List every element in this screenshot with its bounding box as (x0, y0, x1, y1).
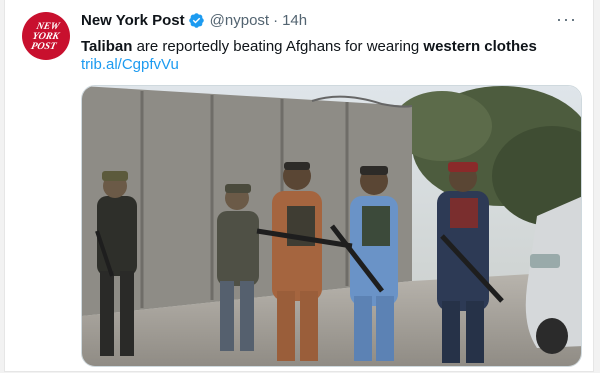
tweet-header: New York Post @nypost · 14h (81, 12, 307, 29)
tweet-card[interactable]: NEW YORK POST New York Post @nypost · 14… (4, 0, 594, 372)
more-options-icon[interactable]: ··· (556, 10, 577, 28)
handle[interactable]: @nypost (210, 12, 269, 29)
photo-scene (82, 86, 581, 366)
new-york-post-logo: NEW YORK POST (30, 21, 62, 52)
tweet-text: Taliban are reportedly beating Afghans f… (81, 37, 537, 57)
tweet-text-bold-2: western clothes (423, 38, 537, 55)
avatar[interactable]: NEW YORK POST (22, 12, 70, 60)
display-name[interactable]: New York Post (81, 12, 185, 29)
tweet-text-bold-1: Taliban (81, 38, 133, 55)
tweet-link[interactable]: trib.al/CgpfvVu (81, 56, 179, 73)
timestamp[interactable]: 14h (282, 12, 307, 29)
verified-badge-icon (188, 12, 205, 29)
tweet-text-middle: are reportedly beating Afghans for weari… (132, 38, 424, 55)
tweet-photo[interactable] (81, 85, 582, 367)
separator-dot: · (273, 12, 279, 29)
svg-text:POST: POST (30, 41, 58, 52)
